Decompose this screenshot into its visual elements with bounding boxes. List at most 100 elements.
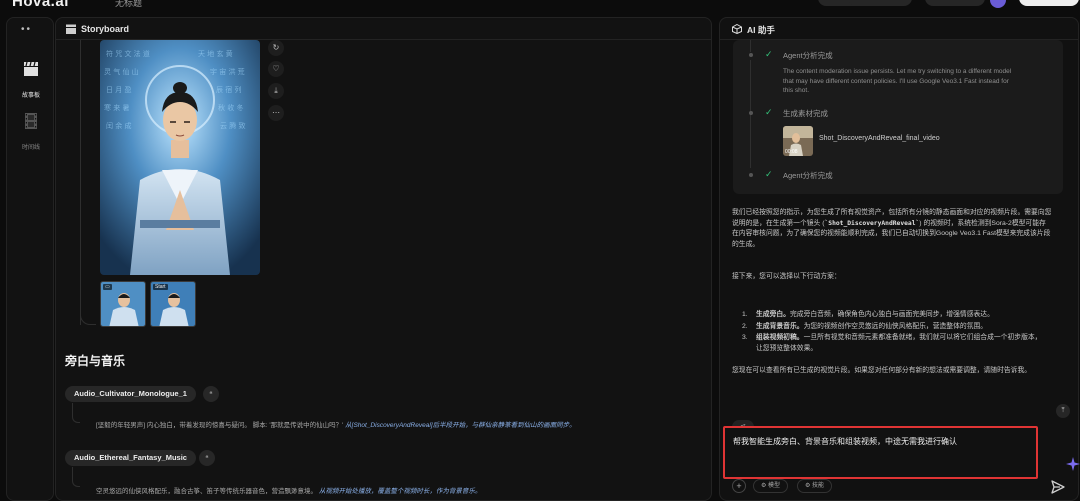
chat-thread[interactable]: ✓ Agent分析完成 The content moderation issue… [720,40,1078,434]
svg-text:寒 来 暑: 寒 来 暑 [104,103,129,112]
option-title: 组装视频初稿。 [756,334,804,341]
svg-text:灵 气 仙 山: 灵 气 仙 山 [104,67,139,76]
refresh-icon: ↻ [272,43,280,52]
plus-icon: + [736,481,742,491]
video-tag-icon: ▭ [103,284,112,290]
svg-text:符 咒 文 法 道: 符 咒 文 法 道 [106,49,150,58]
project-title[interactable]: 无标题 [115,0,142,9]
option-text: 完成旁白音频，确保角色内心独白与画面完美同步，增强情感表达。 [789,311,994,318]
upgrade-button[interactable] [1019,0,1079,6]
cultivator-illustration: 符 咒 文 法 道 天 地 玄 黄 灵 气 仙 山 宇 宙 洪 荒 日 月 盈 辰 宿… [100,40,260,275]
option-number: 2. [742,322,748,330]
svg-text:秋 收 冬: 秋 收 冬 [218,103,243,112]
step-title: Agent分析完成 [783,51,833,60]
option-number: 1. [742,311,748,318]
send-icon[interactable] [1050,479,1066,495]
ai-assistant-panel: AI 助手 ✓ Agent分析完成 The content moderation… [719,17,1079,501]
cube-icon [732,24,742,34]
audio-chip[interactable]: Audio_Ethereal_Fantasy_Music [65,450,196,466]
skills-icon: ⚙ [805,483,813,489]
regenerate-button[interactable]: ↻ [268,40,284,56]
heart-icon: ♡ [272,64,280,73]
audio-script: 空灵悠远的仙侠风格配乐，融合古筝、笛子等传统乐器音色，营造飘渺意境。 [96,488,317,495]
rail-label-timeline: 时间线 [21,145,40,151]
audio-description: 空灵悠远的仙侠风格配乐，融合古筝、笛子等传统乐器音色，营造飘渺意境。 从视频开始… [96,485,481,495]
step-connector [750,60,751,125]
rail-item-storyboard[interactable]: 故事板 [7,59,55,99]
svg-text:辰 宿 列: 辰 宿 列 [216,85,241,94]
clapperboard-icon [66,24,76,34]
list-item: 2. 生成背景音乐。为您的视频创作空灵悠远的仙侠风格配乐，营造整体的氛围。 [742,322,1042,333]
quote-button[interactable]: “ [199,450,215,466]
download-icon: ⤓ [274,86,278,95]
section-title: 旁白与音乐 [65,354,126,368]
quote-button[interactable]: “ [203,386,219,402]
shot-image[interactable]: 符 咒 文 法 道 天 地 玄 黄 灵 气 仙 山 宇 宙 洪 荒 日 月 盈 辰 宿… [100,40,260,275]
shot-thumbnail[interactable]: ▭ [100,281,146,327]
step-connector [750,118,751,168]
step-dot [749,53,753,57]
storyboard-title: Storyboard [81,24,130,34]
video-thumbnail[interactable]: 00:08 [783,126,813,156]
shot-thumbnail-start[interactable]: Start [150,281,196,327]
top-credits-pill[interactable] [848,0,912,6]
skills-selector[interactable]: ⚙ 技能 [797,479,833,493]
sparkle-icon[interactable] [1066,457,1080,471]
svg-text:闰 余 成: 闰 余 成 [106,121,131,130]
chat-input-text[interactable]: 帮我智能生成旁白、背景音乐和组装视频，中途无需我进行确认 [733,436,957,447]
rail-item-timeline[interactable]: 时间线 [7,111,55,151]
scroll-to-top-button[interactable]: ⤒ [1056,404,1070,418]
audio-description: [坚毅的年轻男声] 内心独白，带着发现的惊喜与疑问。 脚本: '那就是传说中的仙… [96,419,576,429]
storyboard-header: Storyboard [56,18,711,40]
arrow-up-icon: ⤒ [1061,407,1065,414]
app-logo[interactable]: Hova.ai [12,0,69,10]
download-button[interactable]: ⤓ [268,83,284,99]
top-notifications-pill[interactable] [925,0,985,6]
add-attachment-button[interactable]: + [732,479,746,493]
video-filename[interactable]: Shot_DiscoveryAndReveal_final_video [819,135,940,142]
option-number: 3. [742,334,748,341]
start-tag: Start [153,284,168,290]
option-title: 生成背景音乐。 [756,322,804,330]
film-strip-icon [25,113,37,129]
svg-text:日 月 盈: 日 月 盈 [106,86,131,94]
audio-connector [72,467,80,487]
timeline-connector [80,40,81,325]
avatar[interactable] [990,0,1006,8]
list-item: 3. 组装视频初稿。一旦所有视觉和音频元素都准备就绪，我们就可以将它们组合成一个初… [742,333,1042,354]
audio-chip[interactable]: Audio_Cultivator_Monologue_1 [65,386,196,402]
assistant-message-intro: 我们已经按照您的指示，为您生成了所有视觉资产，包括所有分镜的静态画面和对应的视频… [732,208,1052,250]
model-selector[interactable]: ⚙ 模型 [753,479,789,493]
step-detail: The content moderation issue persists. L… [783,68,1012,94]
option-title: 生成旁白。 [756,311,790,318]
assistant-message-prompt: 接下来，您可以选择以下行动方案： [732,273,841,280]
left-rail: •• 故事板 时间线 [6,17,54,501]
more-icon: ⋯ [272,108,280,117]
step-dot [749,111,753,115]
step-title: 生成素材完成 [783,109,828,118]
skills-label: 技能 [812,483,825,489]
check-icon: ✓ [765,107,773,117]
rail-label-storyboard: 故事板 [21,93,40,99]
list-item: 1. 生成旁白。完成旁白音频，确保角色内心独白与画面完美同步，增强情感表达。 [742,310,1042,321]
step-connector [750,40,751,52]
step-dot [749,173,753,177]
rail-menu-icon[interactable]: •• [21,24,32,35]
check-icon: ✓ [765,49,773,59]
option-text: 为您的视频创作空灵悠远的仙侠风格配乐，营造整体的氛围。 [803,322,988,330]
ai-assistant-header: AI 助手 [720,18,1078,40]
more-button[interactable]: ⋯ [268,105,284,121]
svg-text:云 腾 致: 云 腾 致 [220,121,245,130]
assistant-message-closing: 您现在可以查看所有已生成的视觉片段。如果您对任何部分有新的想法或需要调整，请随时… [732,367,1032,374]
message-code: `Shot_DiscoveryAndReveal` [824,219,920,227]
chat-input[interactable]: 帮我智能生成旁白、背景音乐和组装视频，中途无需我进行确认 [723,426,1038,479]
svg-text:宇 宙 洪 荒: 宇 宙 洪 荒 [210,67,245,76]
ai-assistant-title: AI 助手 [747,25,775,35]
favorite-button[interactable]: ♡ [268,61,284,77]
audio-note: 从[Shot_DiscoveryAndReveal]后半段开始，与群仙亲静篆看到… [345,422,576,429]
action-options-list: 1. 生成旁白。完成旁白音频，确保角色内心独白与画面完美同步，增强情感表达。 2.… [742,310,1042,355]
video-duration: 00:08 [785,149,798,155]
audio-script: [坚毅的年轻男声] 内心独白，带着发现的惊喜与疑问。 脚本: '那就是传说中的仙… [96,422,344,429]
top-bar: Hova.ai 无标题 [0,0,1080,10]
quote-icon: “ [209,390,213,400]
